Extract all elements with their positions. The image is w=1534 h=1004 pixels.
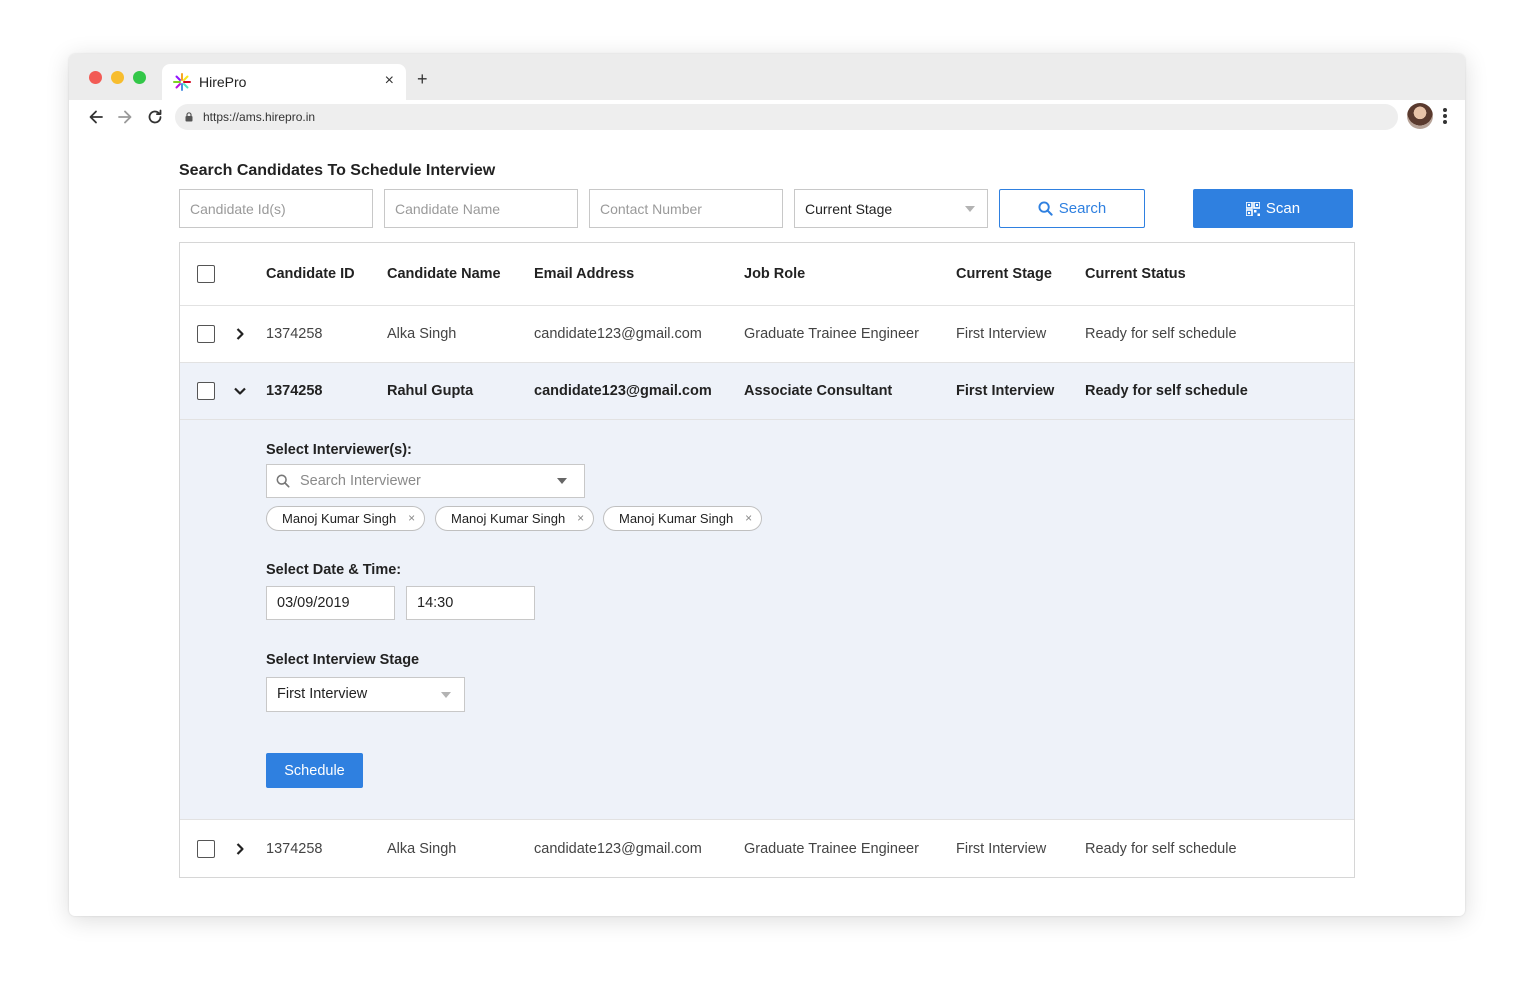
select-all-checkbox[interactable] (197, 265, 215, 283)
cell-email: candidate123@gmail.com (534, 383, 712, 399)
page-title: Search Candidates To Schedule Interview (179, 162, 496, 179)
url-text: https://ams.hirepro.in (203, 110, 316, 124)
interviewer-search-input[interactable]: Search Interviewer (266, 464, 585, 498)
contact-number-input[interactable] (589, 189, 783, 228)
candidate-id-input[interactable] (179, 189, 373, 228)
search-icon (1038, 201, 1053, 216)
dropdown-caret-icon[interactable] (557, 478, 567, 484)
schedule-panel: Select Interviewer(s): Search Interviewe… (180, 420, 1354, 820)
browser-toolbar: https://ams.hirepro.in (69, 100, 1465, 134)
header-candidate-name: Candidate Name (387, 266, 501, 282)
page-content: Search Candidates To Schedule Interview … (69, 134, 1465, 916)
cell-candidate-id: 1374258 (266, 383, 323, 399)
browser-menu-icon[interactable] (1441, 108, 1449, 126)
profile-avatar[interactable] (1407, 103, 1433, 129)
chip-remove-icon[interactable]: × (745, 507, 752, 530)
qr-code-icon (1245, 201, 1260, 216)
search-button[interactable]: Search (999, 189, 1145, 228)
chip-label: Manoj Kumar Singh (451, 511, 566, 526)
current-stage-select[interactable]: Current Stage (794, 189, 988, 228)
chevron-down-icon[interactable] (233, 384, 247, 398)
datetime-label: Select Date & Time: (266, 562, 402, 578)
cell-email: candidate123@gmail.com (534, 326, 702, 342)
chip-label: Manoj Kumar Singh (619, 511, 734, 526)
row-checkbox[interactable] (197, 382, 215, 400)
cell-candidate-id: 1374258 (266, 326, 323, 342)
chevron-right-icon[interactable] (233, 842, 247, 856)
back-arrow-icon[interactable] (86, 107, 106, 127)
cell-current-status: Ready for self schedule (1085, 326, 1237, 342)
hirepro-logo-icon (173, 73, 191, 91)
cell-current-stage: First Interview (956, 383, 1055, 399)
interview-stage-label: Select Interview Stage (266, 652, 420, 668)
table-row[interactable]: 1374258 Alka Singh candidate123@gmail.co… (180, 820, 1354, 877)
candidate-name-input[interactable] (384, 189, 578, 228)
table-header-row: Candidate ID Candidate Name Email Addres… (180, 243, 1354, 306)
cell-job-role: Graduate Trainee Engineer (744, 840, 919, 857)
row-checkbox[interactable] (197, 325, 215, 343)
time-input[interactable]: 14:30 (406, 586, 535, 620)
interview-stage-select[interactable]: First Interview (266, 677, 465, 712)
interviewer-label: Select Interviewer(s): (266, 442, 412, 458)
cell-current-status: Ready for self schedule (1085, 383, 1248, 399)
forward-arrow-icon[interactable] (115, 107, 135, 127)
date-input[interactable]: 03/09/2019 (266, 586, 395, 620)
chip-remove-icon[interactable]: × (408, 507, 415, 530)
dropdown-caret-icon (965, 206, 975, 212)
interviewer-chip: Manoj Kumar Singh × (603, 506, 763, 531)
scan-button[interactable]: Scan (1193, 189, 1353, 228)
minimize-window-button[interactable] (111, 71, 124, 84)
cell-candidate-name: Alka Singh (387, 326, 457, 342)
cell-job-role: Associate Consultant (744, 383, 893, 399)
interviewer-search-placeholder: Search Interviewer (300, 473, 421, 489)
cell-current-stage: First Interview (956, 326, 1047, 342)
cell-candidate-name: Rahul Gupta (387, 383, 474, 399)
header-current-stage: Current Stage (956, 266, 1052, 282)
cell-candidate-name: Alka Singh (387, 840, 457, 857)
new-tab-button[interactable]: + (417, 70, 428, 88)
scan-button-label: Scan (1265, 200, 1301, 217)
table-row-expanded[interactable]: 1374258 Rahul Gupta candidate123@gmail.c… (180, 363, 1354, 420)
row-checkbox[interactable] (197, 839, 215, 858)
table-row[interactable]: 1374258 Alka Singh candidate123@gmail.co… (180, 306, 1354, 363)
browser-tab[interactable]: HirePro × (162, 64, 406, 100)
search-icon (276, 474, 290, 488)
close-window-button[interactable] (89, 71, 102, 84)
header-email-address: Email Address (534, 266, 635, 282)
dropdown-caret-icon (441, 692, 451, 698)
current-stage-value: Current Stage (805, 201, 893, 217)
chevron-right-icon[interactable] (233, 327, 247, 341)
cell-current-status: Ready for self schedule (1085, 840, 1237, 857)
cell-current-stage: First Interview (956, 840, 1047, 857)
interviewer-chip: Manoj Kumar Singh × (435, 506, 595, 531)
candidates-table: Candidate ID Candidate Name Email Addres… (179, 242, 1355, 878)
cell-email: candidate123@gmail.com (534, 840, 702, 857)
lock-icon (185, 112, 193, 122)
interviewer-chip: Manoj Kumar Singh × (266, 506, 426, 531)
tab-bar: HirePro × + (69, 54, 1465, 100)
header-current-status: Current Status (1085, 266, 1186, 282)
chip-remove-icon[interactable]: × (577, 507, 584, 530)
search-button-label: Search (1058, 200, 1107, 217)
tab-close-icon[interactable]: × (385, 72, 394, 90)
maximize-window-button[interactable] (133, 71, 146, 84)
header-job-role: Job Role (744, 266, 806, 282)
cell-job-role: Graduate Trainee Engineer (744, 326, 919, 342)
tab-title: HirePro (199, 74, 247, 90)
cell-candidate-id: 1374258 (266, 840, 323, 857)
chip-label: Manoj Kumar Singh (282, 511, 397, 526)
interview-stage-value: First Interview (277, 686, 368, 702)
browser-window: HirePro × + https://ams.hirepro.in Searc… (69, 54, 1465, 916)
schedule-button[interactable]: Schedule (266, 753, 363, 788)
reload-icon[interactable] (145, 107, 165, 127)
address-bar[interactable]: https://ams.hirepro.in (175, 104, 1398, 130)
header-candidate-id: Candidate ID (266, 266, 355, 282)
